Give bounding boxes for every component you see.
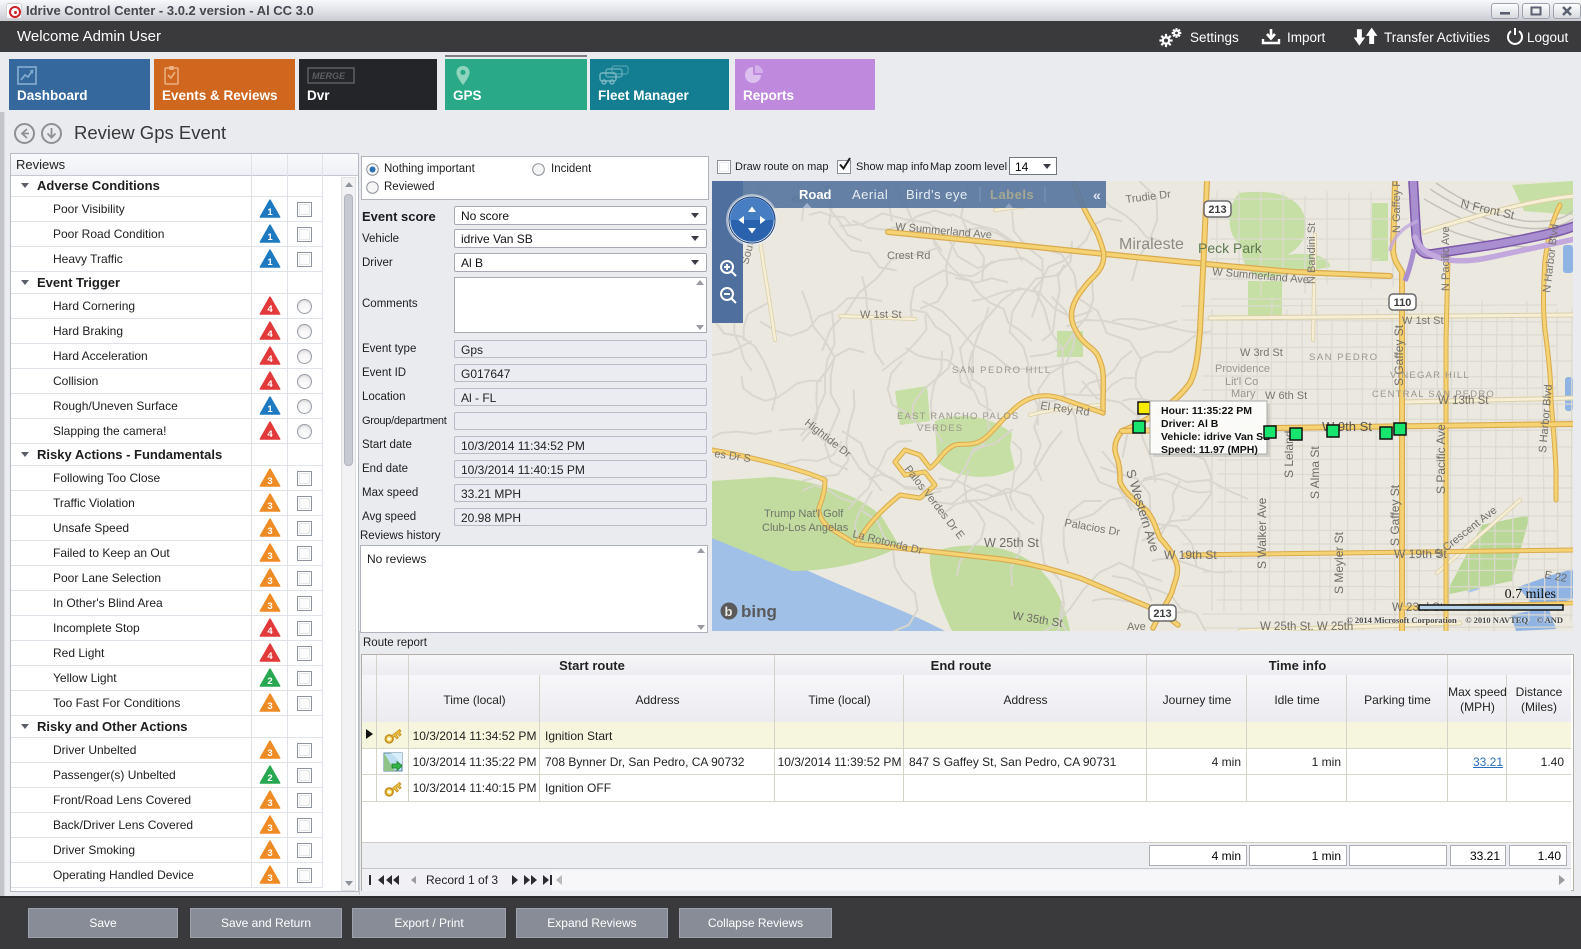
svg-text:4: 4 bbox=[267, 304, 273, 315]
svg-text:3: 3 bbox=[267, 476, 272, 487]
svg-text:W 6th St: W 6th St bbox=[1265, 390, 1307, 402]
svg-text:VINEGAR HILL: VINEGAR HILL bbox=[1390, 370, 1470, 381]
svg-text:3: 3 bbox=[267, 551, 272, 562]
svg-text:Bird's eye: Bird's eye bbox=[906, 187, 968, 202]
svg-text:Miraleste: Miraleste bbox=[1119, 236, 1184, 253]
svg-text:2: 2 bbox=[267, 676, 272, 687]
svg-text:Hour: 11:35:22 PM: Hour: 11:35:22 PM bbox=[1161, 405, 1252, 417]
svg-text:EAST RANCHO PALOS: EAST RANCHO PALOS bbox=[897, 411, 1019, 422]
svg-text:4: 4 bbox=[267, 626, 273, 637]
svg-text:3: 3 bbox=[267, 848, 272, 859]
svg-text:3: 3 bbox=[267, 701, 272, 712]
svg-text:3: 3 bbox=[267, 823, 272, 834]
svg-text:3: 3 bbox=[267, 526, 272, 537]
svg-text:N Pacific Ave: N Pacific Ave bbox=[1440, 226, 1452, 291]
svg-text:Providence: Providence bbox=[1215, 363, 1270, 375]
svg-text:b: b bbox=[725, 604, 733, 619]
svg-text:Lit'l Co: Lit'l Co bbox=[1225, 376, 1258, 388]
svg-text:Labels: Labels bbox=[990, 187, 1034, 202]
svg-text:Crest Rd: Crest Rd bbox=[887, 250, 930, 262]
svg-text:S Pacific Ave: S Pacific Ave bbox=[1434, 424, 1448, 494]
svg-text:VERDES: VERDES bbox=[917, 423, 963, 434]
svg-text:SAN PEDRO HILL: SAN PEDRO HILL bbox=[952, 365, 1052, 376]
svg-text:3: 3 bbox=[267, 601, 272, 612]
svg-text:3: 3 bbox=[267, 873, 272, 884]
svg-text:S Meyler St: S Meyler St bbox=[1332, 531, 1346, 594]
svg-text:«: « bbox=[1093, 187, 1101, 203]
svg-text:3: 3 bbox=[267, 748, 272, 759]
svg-text:Peck Park: Peck Park bbox=[1198, 240, 1263, 256]
svg-text:W 19th St: W 19th St bbox=[1164, 548, 1217, 562]
svg-text:Vehicle: idrive Van SB: Vehicle: idrive Van SB bbox=[1161, 431, 1271, 443]
svg-text:1: 1 bbox=[267, 404, 273, 415]
svg-text:N Bandini St: N Bandini St bbox=[1306, 223, 1318, 284]
svg-text:1: 1 bbox=[267, 232, 273, 243]
svg-text:W 1st St: W 1st St bbox=[860, 309, 902, 321]
svg-text:4: 4 bbox=[267, 429, 273, 440]
svg-text:2: 2 bbox=[267, 773, 272, 784]
svg-text:1: 1 bbox=[267, 257, 273, 268]
svg-text:Speed: 11.97 (MPH): Speed: 11.97 (MPH) bbox=[1161, 444, 1258, 456]
svg-text:4: 4 bbox=[267, 651, 273, 662]
svg-text:bing: bing bbox=[741, 602, 777, 621]
svg-text:4: 4 bbox=[267, 354, 273, 365]
svg-text:SAN PEDRO: SAN PEDRO bbox=[1309, 352, 1378, 363]
svg-text:213: 213 bbox=[1208, 204, 1226, 216]
svg-text:MERGE: MERGE bbox=[312, 71, 346, 81]
svg-text:4: 4 bbox=[267, 329, 273, 340]
svg-text:S Alma St: S Alma St bbox=[1308, 446, 1322, 499]
svg-text:W 25th St. W 25th: W 25th St. W 25th bbox=[1260, 621, 1353, 631]
svg-text:S Gaffey St: S Gaffey St bbox=[1388, 484, 1402, 546]
svg-text:Aerial: Aerial bbox=[852, 187, 888, 202]
svg-text:W 13th St: W 13th St bbox=[1438, 395, 1489, 407]
svg-text:Ave: Ave bbox=[1127, 621, 1146, 631]
svg-text:S Walker Ave: S Walker Ave bbox=[1255, 497, 1269, 569]
svg-text:W 3rd St: W 3rd St bbox=[1240, 347, 1283, 359]
svg-text:1: 1 bbox=[267, 207, 273, 218]
svg-text:3: 3 bbox=[267, 798, 272, 809]
svg-text:W 25th St: W 25th St bbox=[984, 536, 1039, 550]
svg-text:3: 3 bbox=[267, 501, 272, 512]
svg-text:Road: Road bbox=[799, 187, 832, 202]
svg-text:110: 110 bbox=[1394, 297, 1412, 309]
svg-text:Mary: Mary bbox=[1231, 388, 1256, 400]
svg-text:4: 4 bbox=[267, 379, 273, 390]
svg-text:© 2014 Microsoft Corporation: © 2014 Microsoft Corporation © 2010 NAVT… bbox=[1346, 615, 1563, 625]
svg-text:Driver: Al B: Driver: Al B bbox=[1161, 418, 1219, 430]
svg-text:Club-Los Angelas: Club-Los Angelas bbox=[762, 522, 849, 534]
svg-text:Trump Nat'l Golf: Trump Nat'l Golf bbox=[764, 508, 844, 520]
svg-text:3: 3 bbox=[267, 576, 272, 587]
svg-text:213: 213 bbox=[1153, 608, 1171, 620]
svg-text:N Gaffey Pl: N Gaffey Pl bbox=[1391, 181, 1403, 233]
svg-text:W 1st St: W 1st St bbox=[1402, 315, 1444, 327]
svg-text:0.7 miles: 0.7 miles bbox=[1505, 587, 1556, 602]
